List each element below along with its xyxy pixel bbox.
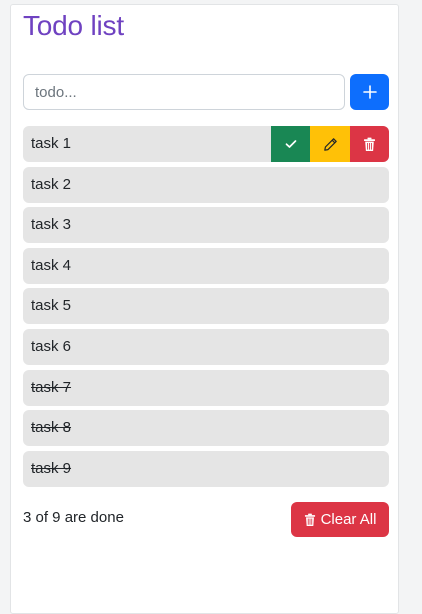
task-label: task 1	[31, 135, 72, 152]
add-todo-button[interactable]	[350, 74, 389, 110]
todo-card: Todo list task 1	[10, 4, 399, 614]
add-todo-form	[23, 74, 389, 110]
check-icon	[285, 139, 297, 149]
pencil-icon	[323, 137, 338, 152]
task-label: task 3	[31, 216, 72, 234]
todo-input[interactable]	[23, 74, 345, 110]
list-item[interactable]: task 5	[23, 288, 389, 325]
delete-task-button[interactable]	[349, 126, 389, 162]
list-item-done[interactable]: task 9	[23, 450, 389, 487]
list-item[interactable]: task 2	[23, 166, 389, 203]
clear-all-button[interactable]: Clear All	[291, 502, 389, 537]
done-count: 3 of 9 are done	[23, 509, 124, 526]
todo-list: task 1 task 2 task 3 task 4 task 5 task …	[23, 126, 389, 491]
task-label: task 4	[31, 256, 72, 274]
list-item: task 1	[23, 126, 389, 162]
list-item[interactable]: task 4	[23, 247, 389, 284]
plus-icon	[362, 85, 377, 99]
trash-icon	[304, 513, 316, 527]
clear-all-label: Clear All	[320, 511, 377, 528]
trash-icon	[363, 137, 376, 152]
task-label: task 6	[31, 337, 72, 355]
complete-task-button[interactable]	[271, 126, 311, 162]
list-item-done[interactable]: task 8	[23, 410, 389, 447]
task-actions	[271, 126, 389, 162]
task-label: task 9	[31, 459, 72, 477]
list-item[interactable]: task 6	[23, 328, 389, 365]
page-title: Todo list	[23, 10, 124, 41]
edit-task-button[interactable]	[310, 126, 350, 162]
task-label: task 2	[31, 175, 72, 193]
list-item-done[interactable]: task 7	[23, 369, 389, 406]
list-item[interactable]: task 3	[23, 207, 389, 244]
task-label: task 5	[31, 297, 72, 315]
task-label: task 7	[31, 378, 72, 396]
task-label: task 8	[31, 419, 72, 437]
